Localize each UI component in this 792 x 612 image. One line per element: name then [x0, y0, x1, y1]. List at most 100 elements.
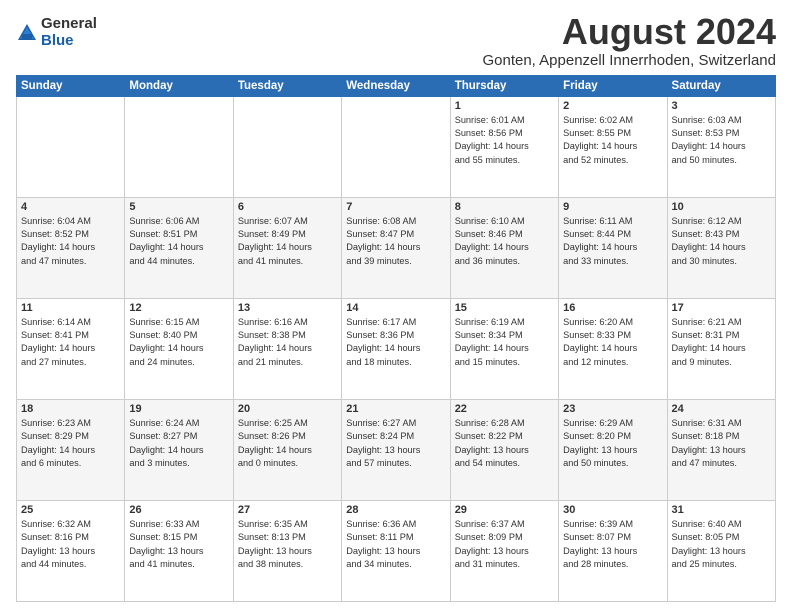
day-cell: 28 Sunrise: 6:36 AM Sunset: 8:11 PM Dayli…	[342, 500, 450, 601]
day-number: 16	[563, 302, 662, 314]
day-cell: 31Sunrise: 6:40 AM Sunset: 8:05 PM Dayli…	[667, 500, 775, 601]
day-header-sunday: Sunday	[17, 75, 125, 96]
page: General Blue August 2024 Gonten, Appenze…	[0, 0, 792, 612]
day-info: Sunrise: 6:36 AM Sunset: 8:11 PM Dayligh…	[346, 518, 445, 571]
day-cell: 25 Sunrise: 6:32 AM Sunset: 8:16 PM Dayli…	[17, 500, 125, 601]
day-info: Sunrise: 6:33 AM Sunset: 8:15 PM Dayligh…	[129, 518, 228, 571]
day-number: 30	[563, 504, 662, 516]
day-cell: 27Sunrise: 6:35 AM Sunset: 8:13 PM Dayli…	[233, 500, 341, 601]
day-info: Sunrise: 6:31 AM Sunset: 8:18 PM Dayligh…	[672, 417, 771, 470]
day-cell: 29 Sunrise: 6:37 AM Sunset: 8:09 PM Dayli…	[450, 500, 558, 601]
day-number: 31	[672, 504, 771, 516]
day-info: Sunrise: 6:29 AM Sunset: 8:20 PM Dayligh…	[563, 417, 662, 470]
day-number: 7	[346, 201, 445, 213]
logo-icon	[16, 22, 38, 44]
day-cell: 2Sunrise: 6:02 AM Sunset: 8:55 PM Daylig…	[559, 96, 667, 197]
day-number: 26	[129, 504, 228, 516]
day-cell: 11 Sunrise: 6:14 AM Sunset: 8:41 PM Dayli…	[17, 298, 125, 399]
day-number: 22	[455, 403, 554, 415]
day-cell: 23 Sunrise: 6:29 AM Sunset: 8:20 PM Dayli…	[559, 399, 667, 500]
day-info: Sunrise: 6:03 AM Sunset: 8:53 PM Dayligh…	[672, 114, 771, 167]
day-number: 25	[21, 504, 120, 516]
logo-general: General	[41, 16, 97, 33]
day-header-wednesday: Wednesday	[342, 75, 450, 96]
day-number: 13	[238, 302, 337, 314]
calendar: SundayMondayTuesdayWednesdayThursdayFrid…	[16, 75, 776, 602]
day-cell: 1 Sunrise: 6:01 AM Sunset: 8:56 PM Daylig…	[450, 96, 558, 197]
day-info: Sunrise: 6:08 AM Sunset: 8:47 PM Dayligh…	[346, 215, 445, 268]
day-info: Sunrise: 6:01 AM Sunset: 8:56 PM Dayligh…	[455, 114, 554, 167]
day-cell: 14Sunrise: 6:17 AM Sunset: 8:36 PM Dayli…	[342, 298, 450, 399]
day-header-saturday: Saturday	[667, 75, 775, 96]
day-cell: 30 Sunrise: 6:39 AM Sunset: 8:07 PM Dayli…	[559, 500, 667, 601]
logo: General Blue	[16, 16, 97, 49]
day-number: 17	[672, 302, 771, 314]
logo-blue: Blue	[41, 33, 97, 50]
day-number: 9	[563, 201, 662, 213]
day-info: Sunrise: 6:12 AM Sunset: 8:43 PM Dayligh…	[672, 215, 771, 268]
day-info: Sunrise: 6:23 AM Sunset: 8:29 PM Dayligh…	[21, 417, 120, 470]
logo-text: General Blue	[41, 16, 97, 49]
day-cell: 16Sunrise: 6:20 AM Sunset: 8:33 PM Dayli…	[559, 298, 667, 399]
day-info: Sunrise: 6:32 AM Sunset: 8:16 PM Dayligh…	[21, 518, 120, 571]
day-number: 12	[129, 302, 228, 314]
day-cell: 7 Sunrise: 6:08 AM Sunset: 8:47 PM Daylig…	[342, 197, 450, 298]
day-cell: 15Sunrise: 6:19 AM Sunset: 8:34 PM Dayli…	[450, 298, 558, 399]
day-cell: 22 Sunrise: 6:28 AM Sunset: 8:22 PM Dayli…	[450, 399, 558, 500]
day-number: 20	[238, 403, 337, 415]
day-info: Sunrise: 6:06 AM Sunset: 8:51 PM Dayligh…	[129, 215, 228, 268]
day-info: Sunrise: 6:39 AM Sunset: 8:07 PM Dayligh…	[563, 518, 662, 571]
day-number: 10	[672, 201, 771, 213]
day-info: Sunrise: 6:24 AM Sunset: 8:27 PM Dayligh…	[129, 417, 228, 470]
day-cell: 3Sunrise: 6:03 AM Sunset: 8:53 PM Daylig…	[667, 96, 775, 197]
day-header-friday: Friday	[559, 75, 667, 96]
day-header-thursday: Thursday	[450, 75, 558, 96]
location-title: Gonten, Appenzell Innerrhoden, Switzerla…	[482, 52, 776, 69]
day-cell: 8 Sunrise: 6:10 AM Sunset: 8:46 PM Daylig…	[450, 197, 558, 298]
day-cell: 24Sunrise: 6:31 AM Sunset: 8:18 PM Dayli…	[667, 399, 775, 500]
day-number: 23	[563, 403, 662, 415]
day-number: 28	[346, 504, 445, 516]
day-cell	[17, 96, 125, 197]
day-info: Sunrise: 6:11 AM Sunset: 8:44 PM Dayligh…	[563, 215, 662, 268]
day-info: Sunrise: 6:21 AM Sunset: 8:31 PM Dayligh…	[672, 316, 771, 369]
header: General Blue August 2024 Gonten, Appenze…	[16, 12, 776, 69]
day-number: 8	[455, 201, 554, 213]
week-row-2: 11 Sunrise: 6:14 AM Sunset: 8:41 PM Dayli…	[17, 298, 776, 399]
title-block: August 2024 Gonten, Appenzell Innerrhode…	[482, 12, 776, 69]
day-header-tuesday: Tuesday	[233, 75, 341, 96]
day-info: Sunrise: 6:35 AM Sunset: 8:13 PM Dayligh…	[238, 518, 337, 571]
day-number: 1	[455, 100, 554, 112]
day-cell: 5 Sunrise: 6:06 AM Sunset: 8:51 PM Daylig…	[125, 197, 233, 298]
day-info: Sunrise: 6:28 AM Sunset: 8:22 PM Dayligh…	[455, 417, 554, 470]
day-number: 14	[346, 302, 445, 314]
day-number: 4	[21, 201, 120, 213]
day-cell: 26 Sunrise: 6:33 AM Sunset: 8:15 PM Dayli…	[125, 500, 233, 601]
day-cell: 17 Sunrise: 6:21 AM Sunset: 8:31 PM Dayli…	[667, 298, 775, 399]
day-info: Sunrise: 6:25 AM Sunset: 8:26 PM Dayligh…	[238, 417, 337, 470]
day-info: Sunrise: 6:15 AM Sunset: 8:40 PM Dayligh…	[129, 316, 228, 369]
day-info: Sunrise: 6:07 AM Sunset: 8:49 PM Dayligh…	[238, 215, 337, 268]
day-cell	[125, 96, 233, 197]
day-cell: 12 Sunrise: 6:15 AM Sunset: 8:40 PM Dayli…	[125, 298, 233, 399]
day-cell: 10 Sunrise: 6:12 AM Sunset: 8:43 PM Dayli…	[667, 197, 775, 298]
day-number: 6	[238, 201, 337, 213]
day-info: Sunrise: 6:19 AM Sunset: 8:34 PM Dayligh…	[455, 316, 554, 369]
day-number: 29	[455, 504, 554, 516]
day-info: Sunrise: 6:16 AM Sunset: 8:38 PM Dayligh…	[238, 316, 337, 369]
day-number: 19	[129, 403, 228, 415]
day-header-monday: Monday	[125, 75, 233, 96]
day-info: Sunrise: 6:10 AM Sunset: 8:46 PM Dayligh…	[455, 215, 554, 268]
day-cell	[233, 96, 341, 197]
day-number: 5	[129, 201, 228, 213]
day-info: Sunrise: 6:37 AM Sunset: 8:09 PM Dayligh…	[455, 518, 554, 571]
week-row-0: 1 Sunrise: 6:01 AM Sunset: 8:56 PM Daylig…	[17, 96, 776, 197]
day-number: 11	[21, 302, 120, 314]
day-info: Sunrise: 6:14 AM Sunset: 8:41 PM Dayligh…	[21, 316, 120, 369]
day-cell: 18Sunrise: 6:23 AM Sunset: 8:29 PM Dayli…	[17, 399, 125, 500]
header-row: SundayMondayTuesdayWednesdayThursdayFrid…	[17, 75, 776, 96]
day-cell: 21Sunrise: 6:27 AM Sunset: 8:24 PM Dayli…	[342, 399, 450, 500]
month-title: August 2024	[482, 12, 776, 52]
day-number: 2	[563, 100, 662, 112]
day-cell: 20 Sunrise: 6:25 AM Sunset: 8:26 PM Dayli…	[233, 399, 341, 500]
